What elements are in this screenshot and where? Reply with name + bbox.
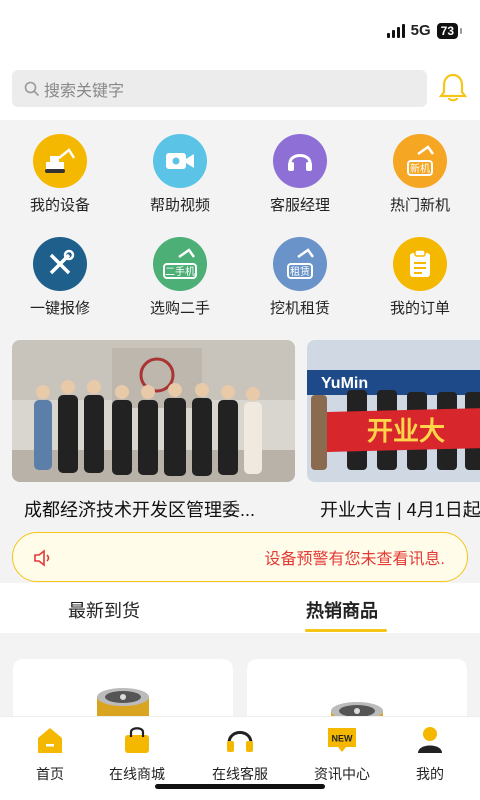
speaker-icon (34, 549, 50, 567)
banner-title-1[interactable]: 成都经济技术开发区管理委... (24, 496, 284, 522)
search-input[interactable]: 搜索关键字 (12, 70, 427, 107)
headset-icon (273, 134, 327, 188)
news-icon: NEW (328, 728, 356, 752)
function-grid: 我的设备 帮助视频 客服经理 新机 热门新机 一键报修 二手机 选购二手 租赁 (0, 120, 480, 330)
grid-item-rental[interactable]: 租赁 挖机租赁 (240, 237, 360, 318)
nav-mall[interactable]: 在线商城 (89, 725, 185, 784)
nav-label: 在线客服 (212, 766, 268, 782)
nav-label: 我的 (416, 766, 444, 782)
grid-item-orders[interactable]: 我的订单 (360, 237, 480, 318)
headphones-icon (227, 731, 253, 752)
grid-item-label: 客服经理 (269, 197, 330, 214)
grid-item-help-video[interactable]: 帮助视频 (120, 134, 240, 215)
grid-item-label: 选购二手 (149, 300, 210, 317)
grid-item-label: 我的订单 (389, 300, 450, 317)
status-bar: 5G 73 (0, 0, 480, 62)
nav-label: 资讯中心 (314, 766, 370, 782)
tab-active-indicator (305, 629, 387, 632)
nav-service[interactable]: 在线客服 (192, 725, 288, 784)
bell-icon[interactable] (438, 72, 468, 104)
video-camera-icon (153, 134, 207, 188)
clipboard-icon (393, 237, 447, 291)
grid-item-my-equipment[interactable]: 我的设备 (0, 134, 120, 215)
banner-title-2[interactable]: 开业大吉 | 4月1日起 (320, 496, 480, 522)
svg-text:NEW: NEW (332, 734, 354, 744)
svg-text:二手机: 二手机 (165, 265, 195, 278)
home-indicator[interactable] (155, 784, 325, 789)
excavator-icon (33, 134, 87, 188)
nav-label: 在线商城 (109, 766, 165, 782)
grid-item-hot-new[interactable]: 新机 热门新机 (360, 134, 480, 215)
alert-notice-bar[interactable]: 设备预警有您未查看讯息. (12, 532, 468, 582)
nav-news[interactable]: NEW 资讯中心 (294, 725, 390, 784)
svg-text:YuMin: YuMin (321, 375, 368, 392)
product-tabs: 最新到货 热销商品 (0, 583, 480, 633)
user-icon (418, 727, 442, 753)
nav-home[interactable]: 首页 (2, 725, 98, 784)
nav-label: 首页 (36, 766, 64, 782)
svg-text:开业大: 开业大 (367, 417, 445, 447)
svg-text:新机: 新机 (410, 162, 430, 175)
search-header: 搜索关键字 (0, 62, 480, 120)
wrench-screwdriver-icon (33, 237, 87, 291)
network-label: 5G (410, 22, 431, 39)
grid-item-label: 帮助视频 (149, 197, 210, 214)
tab-latest-arrivals[interactable]: 最新到货 (68, 597, 140, 623)
grid-item-service-manager[interactable]: 客服经理 (240, 134, 360, 215)
grid-item-repair[interactable]: 一键报修 (0, 237, 120, 318)
new-excavator-icon: 新机 (393, 134, 447, 188)
nav-mine[interactable]: 我的 (382, 725, 478, 784)
banner-carousel[interactable]: 成都经济技术开发区管理委... YuMin 开业大 开业大吉 | 4月1日起 (0, 340, 480, 525)
home-icon (38, 728, 62, 753)
svg-text:租赁: 租赁 (290, 265, 310, 278)
search-placeholder: 搜索关键字 (44, 82, 125, 100)
banner-image-2[interactable]: YuMin 开业大 (307, 340, 480, 482)
tab-hot-products[interactable]: 热销商品 (306, 597, 378, 623)
signal-icon (386, 23, 405, 38)
battery-icon: 73 (436, 22, 463, 39)
shopping-bag-icon (125, 727, 149, 753)
grid-item-label: 一键报修 (29, 300, 90, 317)
banner-image-1[interactable] (12, 340, 295, 482)
used-excavator-icon: 二手机 (153, 237, 207, 291)
rental-excavator-icon: 租赁 (273, 237, 327, 291)
notice-text: 设备预警有您未查看讯息. (264, 551, 445, 568)
grid-item-used[interactable]: 二手机 选购二手 (120, 237, 240, 318)
grid-item-label: 我的设备 (29, 197, 90, 214)
grid-item-label: 挖机租赁 (269, 300, 330, 317)
search-icon (24, 81, 40, 96)
grid-item-label: 热门新机 (389, 197, 450, 214)
